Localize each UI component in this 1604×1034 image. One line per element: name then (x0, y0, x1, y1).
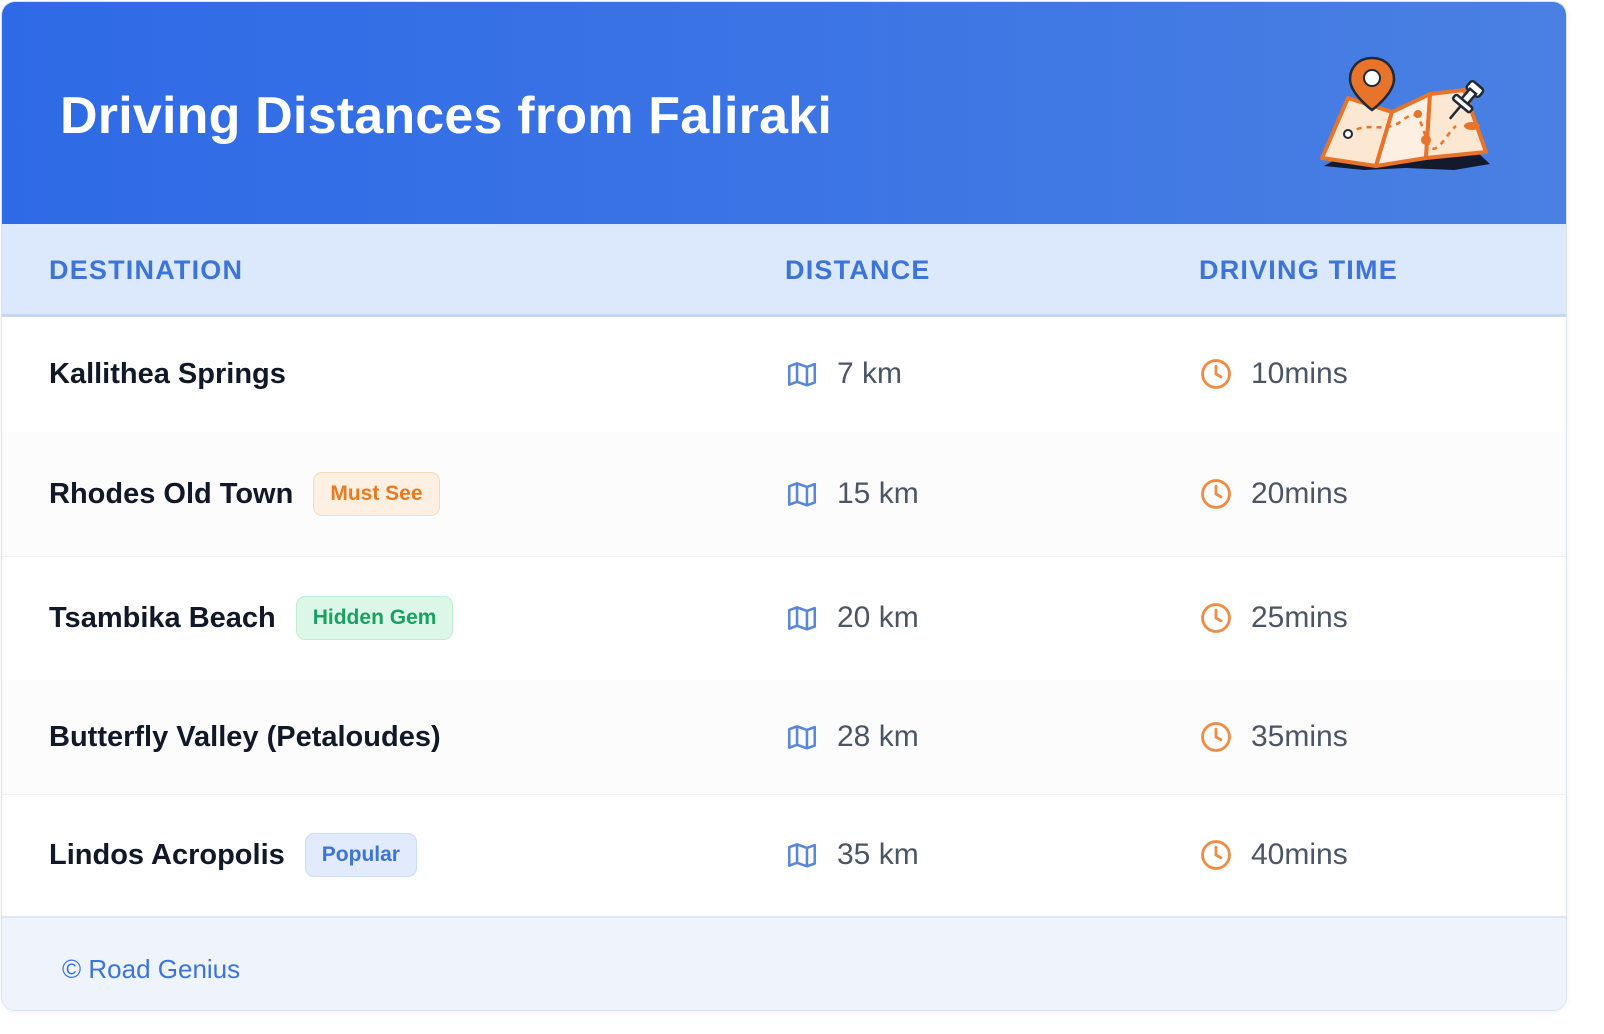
destination-cell: Kallithea Springs (49, 316, 286, 432)
table-row: Rhodes Old Town Must See 15 km 20mins (2, 432, 1566, 557)
distances-card: Driving Distances from Faliraki DESTINAT… (1, 1, 1567, 1011)
destination-cell: Rhodes Old Town Must See (49, 432, 440, 556)
driving-time-value: 35mins (1251, 720, 1348, 753)
map-icon (785, 477, 819, 511)
distance-cell: 20 km (785, 556, 919, 680)
destination-name: Rhodes Old Town (49, 477, 294, 510)
destination-name: Tsambika Beach (49, 601, 276, 634)
table-row: Butterfly Valley (Petaloudes) 28 km 35mins (2, 680, 1566, 795)
clock-icon (1199, 838, 1233, 872)
driving-time-value: 20mins (1251, 477, 1348, 510)
distance-cell: 28 km (785, 680, 919, 794)
destination-badge: Must See (313, 472, 440, 516)
driving-time-cell: 10mins (1199, 316, 1348, 432)
driving-time-cell: 40mins (1199, 794, 1348, 916)
table-row: Lindos Acropolis Popular 35 km 40mins (2, 794, 1566, 917)
map-icon (785, 720, 819, 754)
header-banner: Driving Distances from Faliraki (2, 2, 1566, 224)
clock-icon (1199, 720, 1233, 754)
destination-name: Butterfly Valley (Petaloudes) (49, 720, 441, 753)
driving-time-value: 10mins (1251, 357, 1348, 390)
distance-cell: 15 km (785, 432, 919, 556)
clock-icon (1199, 601, 1233, 635)
table-row: Tsambika Beach Hidden Gem 20 km 25mins (2, 556, 1566, 681)
destination-cell: Butterfly Valley (Petaloudes) (49, 680, 441, 794)
destination-name: Lindos Acropolis (49, 838, 285, 871)
column-header-distance: DISTANCE (785, 255, 931, 285)
distance-value: 28 km (837, 720, 919, 753)
destination-name: Kallithea Springs (49, 357, 286, 390)
destination-cell: Tsambika Beach Hidden Gem (49, 556, 454, 680)
distance-value: 15 km (837, 477, 919, 510)
destination-badge: Popular (304, 833, 417, 877)
map-icon (785, 601, 819, 635)
distance-value: 20 km (837, 601, 919, 634)
map-icon (785, 357, 819, 391)
map-icon (785, 838, 819, 872)
copyright-text: © Road Genius (62, 954, 241, 984)
driving-time-value: 40mins (1251, 838, 1348, 871)
table-row: Kallithea Springs 7 km 10mins (2, 316, 1566, 433)
driving-time-cell: 35mins (1199, 680, 1348, 794)
destination-cell: Lindos Acropolis Popular (49, 794, 417, 916)
distance-value: 35 km (837, 838, 919, 871)
page-title: Driving Distances from Faliraki (60, 87, 833, 145)
clock-icon (1199, 357, 1233, 391)
driving-time-cell: 25mins (1199, 556, 1348, 680)
distance-cell: 35 km (785, 794, 919, 916)
distance-cell: 7 km (785, 316, 902, 432)
column-header-destination: DESTINATION (49, 255, 244, 285)
driving-time-cell: 20mins (1199, 432, 1348, 556)
clock-icon (1199, 477, 1233, 511)
table-header: DESTINATION DISTANCE DRIVING TIME (2, 224, 1566, 317)
destination-badge: Hidden Gem (295, 596, 454, 640)
footer: © Road Genius (2, 916, 1566, 1010)
map-with-pin-icon (1320, 56, 1490, 170)
column-header-driving-time: DRIVING TIME (1199, 255, 1398, 285)
distance-value: 7 km (837, 357, 903, 390)
driving-time-value: 25mins (1251, 601, 1348, 634)
